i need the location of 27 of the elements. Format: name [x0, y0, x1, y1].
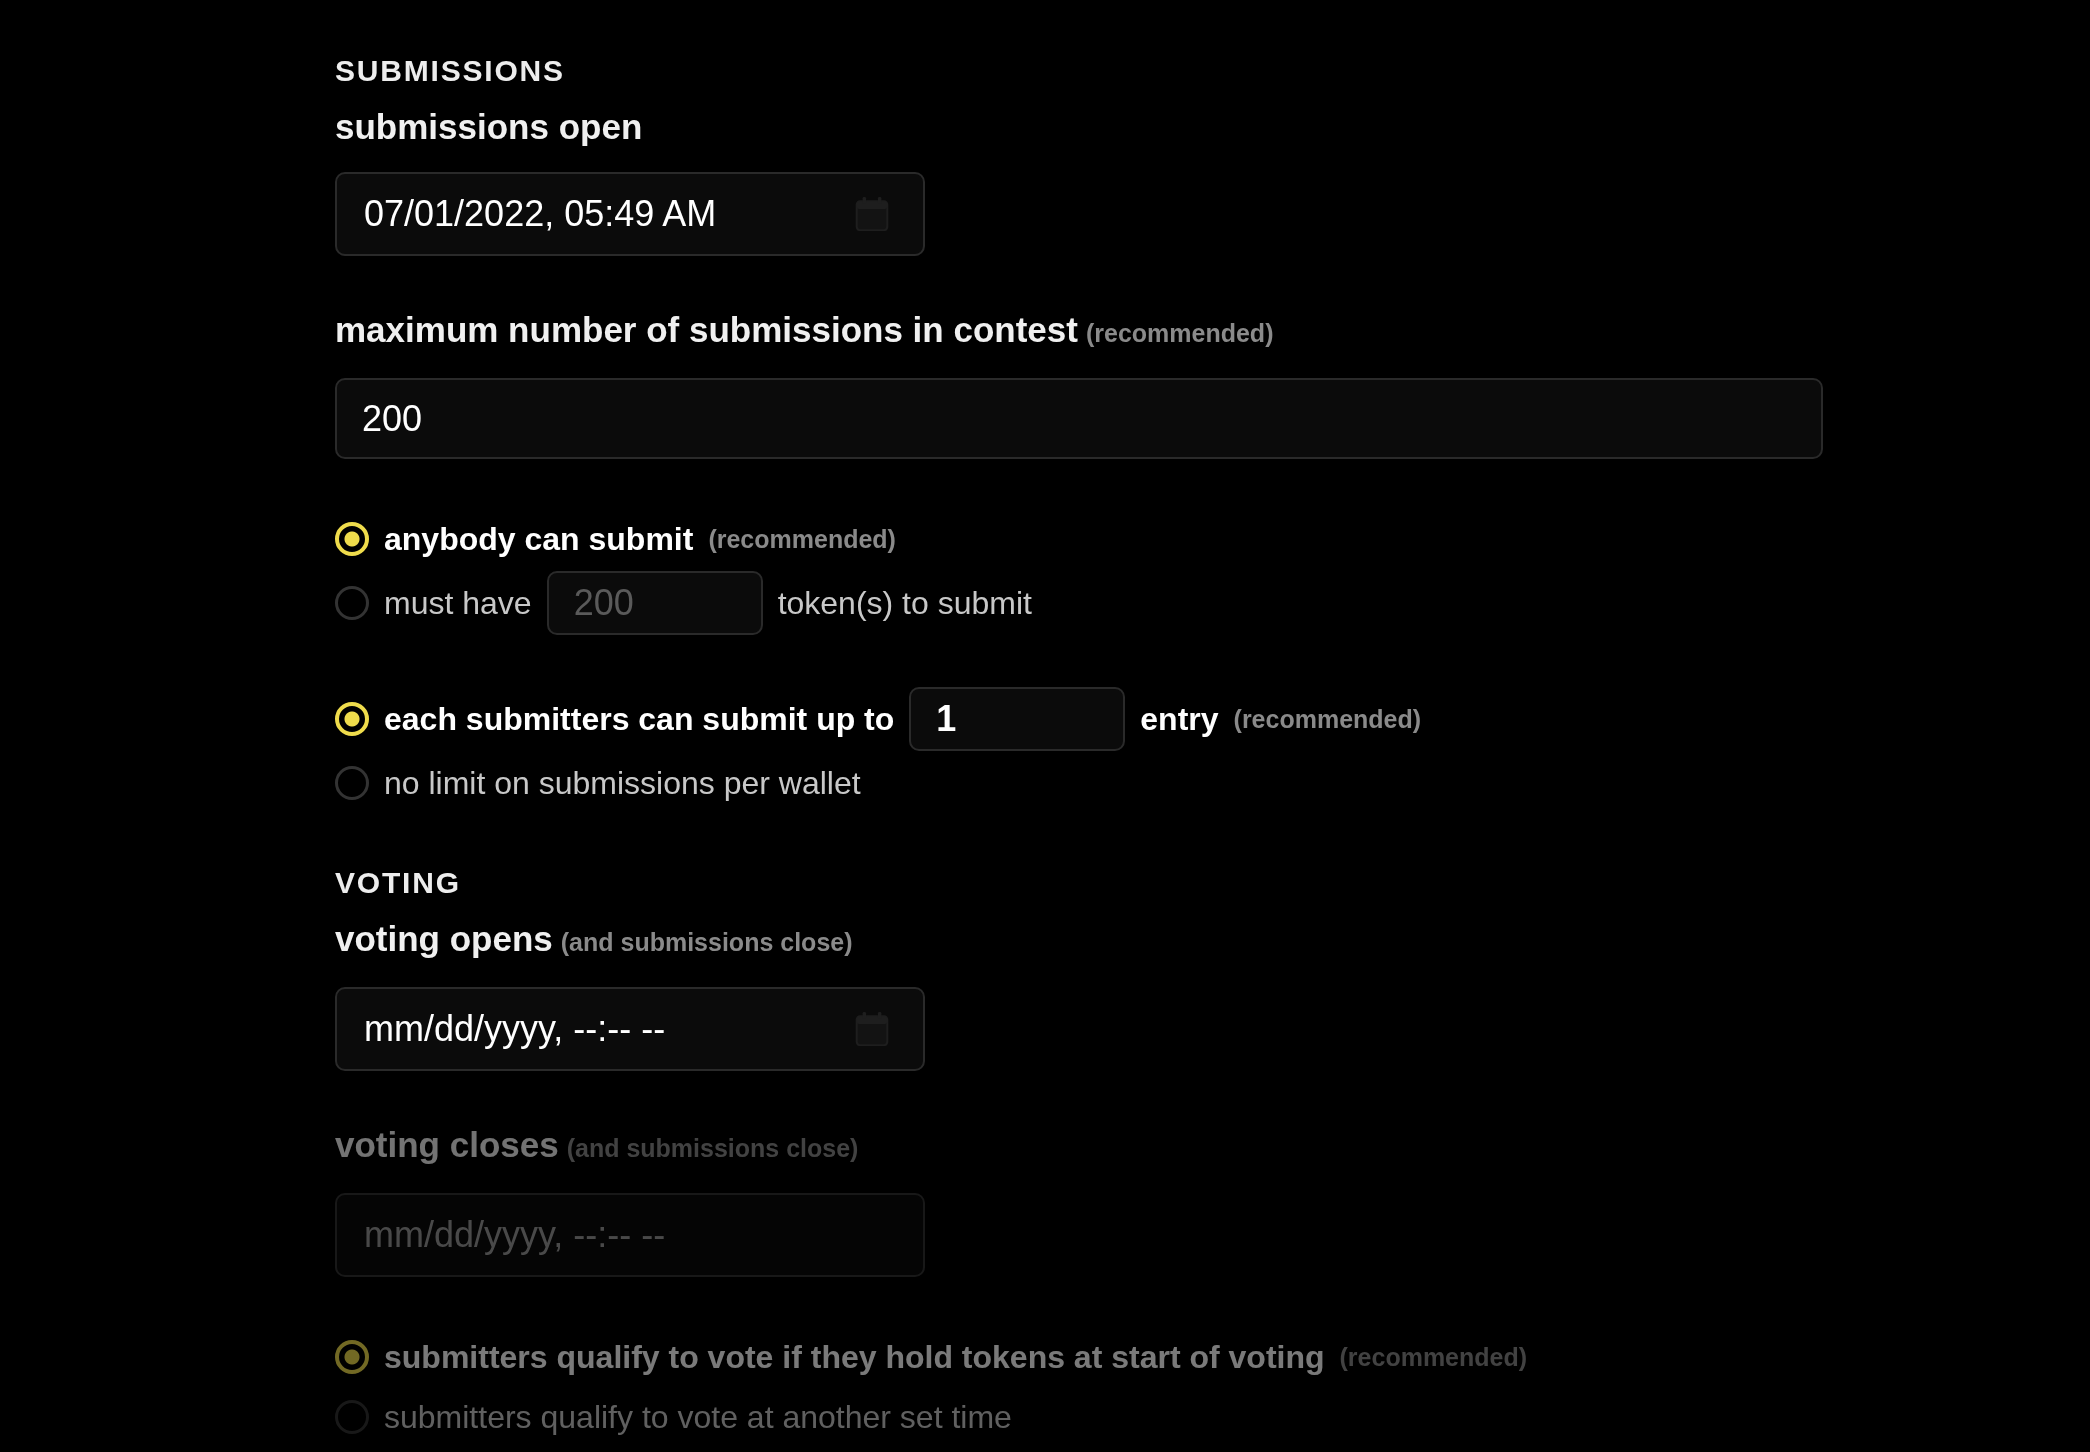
hint-text: (and submissions close) — [560, 927, 853, 958]
option-label: must have — [384, 584, 532, 622]
option-label: entry — [1140, 700, 1219, 738]
option-label: no limit on submissions per wallet — [384, 764, 861, 802]
hint-text: (and submissions close) — [566, 1133, 859, 1164]
section-heading: SUBMISSIONS — [335, 53, 565, 89]
option-label: token(s) to submit — [777, 584, 1032, 622]
field-label: voting opens — [335, 918, 553, 960]
option-label: each submitters can submit up to — [384, 700, 895, 738]
option-label: anybody can submit — [384, 520, 694, 558]
datetime-field[interactable]: 07/01/2022, 05:49 AM — [335, 172, 925, 256]
number-field[interactable]: 1 — [909, 687, 1126, 751]
radio-button[interactable] — [335, 586, 369, 620]
field-label: maximum number of submissions in contest — [335, 309, 1078, 351]
datetime-field[interactable]: mm/dd/yyyy, --:-- -- — [335, 987, 925, 1071]
hint-text: (recommended) — [1085, 318, 1274, 349]
hint-text: (recommended) — [1233, 704, 1422, 734]
option-label: submitters qualify to vote if they hold tokens at start of voting — [384, 1338, 1325, 1376]
section-heading: VOTING — [335, 865, 461, 901]
option-label: submitters qualify to vote at another set time — [384, 1398, 1012, 1436]
hint-text: (recommended) — [708, 524, 896, 554]
number-field[interactable]: 200 — [546, 571, 763, 635]
field-label: voting closes — [335, 1124, 559, 1166]
field-label: submissions open — [335, 106, 643, 148]
hint-text: (recommended) — [1339, 1342, 1528, 1372]
radio-button[interactable] — [335, 766, 369, 800]
number-field[interactable]: 200 — [335, 378, 1823, 459]
